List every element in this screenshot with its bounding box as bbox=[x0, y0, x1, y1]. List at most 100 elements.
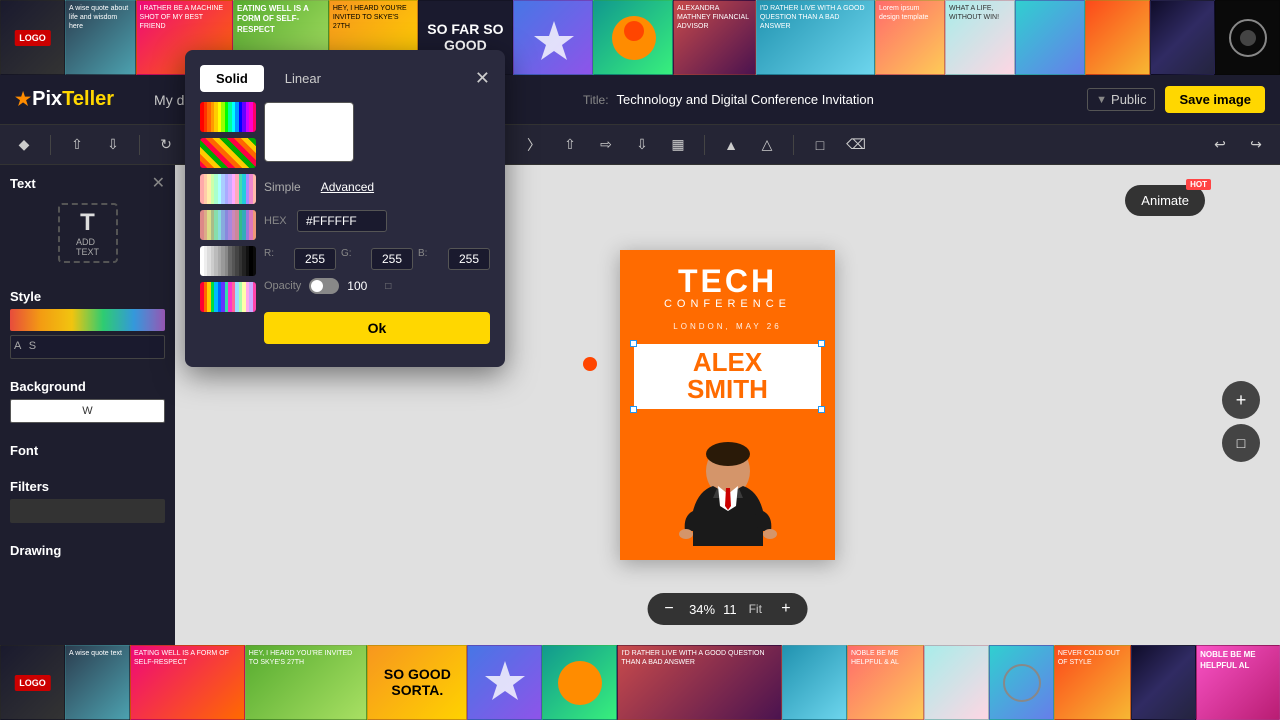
add-text-button[interactable]: T ADD TEXT bbox=[58, 203, 118, 263]
text-icon: T bbox=[80, 209, 95, 237]
hex-label: HEX bbox=[264, 215, 289, 227]
design-person-area bbox=[620, 416, 835, 546]
g-label: G: bbox=[341, 248, 366, 270]
toolbar-mountain[interactable]: ▲ bbox=[717, 131, 745, 159]
bottom-banner-item: A wise quote text bbox=[65, 645, 130, 720]
style-section-title: Style bbox=[10, 289, 165, 304]
design-canvas: TECH CONFERENCE LONDON, MAY 26 bbox=[620, 250, 835, 560]
opacity-toggle[interactable] bbox=[309, 278, 339, 294]
design-location: LONDON, MAY 26 bbox=[630, 316, 825, 334]
add-layer-btn[interactable]: + bbox=[1222, 381, 1260, 419]
cp-mode-advanced[interactable]: Advanced bbox=[321, 180, 374, 194]
toolbar-trash[interactable]: ⌫ bbox=[842, 131, 870, 159]
animate-button[interactable]: Animate HOT bbox=[1125, 185, 1205, 216]
person-svg bbox=[663, 416, 793, 546]
cp-tab-linear[interactable]: Linear bbox=[269, 65, 337, 92]
banner-item bbox=[1085, 0, 1150, 75]
bottom-banner-item: NEVER COLD OUT OF STYLE bbox=[1054, 645, 1131, 720]
muted-16[interactable] bbox=[253, 210, 257, 240]
swatch-row-muted[interactable] bbox=[200, 210, 256, 240]
toolbar-undo[interactable]: ↩ bbox=[1206, 131, 1234, 159]
design-name-box: ALEX SMITH bbox=[632, 342, 823, 411]
selection-handle[interactable] bbox=[583, 357, 597, 371]
toolbar-shape-btn[interactable]: ◆ bbox=[10, 131, 38, 159]
swatch-row-rainbow2[interactable] bbox=[200, 282, 256, 312]
swatch-15[interactable] bbox=[253, 102, 257, 132]
zoom-controls: − 34% 11 Fit + bbox=[647, 593, 808, 625]
toolbar-align-middle[interactable]: ⇨ bbox=[592, 131, 620, 159]
toolbar-flip[interactable]: △ bbox=[753, 131, 781, 159]
toolbar-move-up[interactable]: ⇧ bbox=[63, 131, 91, 159]
toolbar-move-down[interactable]: ⇩ bbox=[99, 131, 127, 159]
zoom-value: 34% bbox=[689, 602, 715, 617]
handle-br[interactable] bbox=[818, 406, 825, 413]
title-value: Technology and Digital Conference Invita… bbox=[617, 92, 874, 107]
cp-color-preview[interactable] bbox=[264, 102, 354, 162]
toolbar-divider5 bbox=[704, 135, 705, 155]
logo: ★ Pix Teller bbox=[15, 88, 114, 111]
toolbar-chart[interactable]: ▦ bbox=[664, 131, 692, 159]
banner-item: ALEXANDRA MATHNEY FINANCIAL ADVISOR bbox=[673, 0, 756, 75]
bottom-banner: LOGO A wise quote text EATING WELL IS A … bbox=[0, 645, 1280, 720]
bg-color-btn[interactable]: W bbox=[10, 399, 165, 423]
handle-tr[interactable] bbox=[818, 340, 825, 347]
swatch-row-rainbow[interactable] bbox=[200, 102, 256, 132]
toolbar-redo[interactable]: ↪ bbox=[1242, 131, 1270, 159]
toolbar-expand[interactable]: □ bbox=[806, 131, 834, 159]
style-color-row[interactable] bbox=[10, 309, 165, 331]
zoom-fit-btn[interactable]: Fit bbox=[745, 602, 766, 616]
ok-button[interactable]: Ok bbox=[264, 312, 490, 344]
banner-item bbox=[513, 0, 593, 75]
r-input[interactable] bbox=[294, 248, 336, 270]
cp-mode-simple[interactable]: Simple bbox=[264, 180, 301, 194]
handle-bl[interactable] bbox=[630, 406, 637, 413]
filter-item[interactable] bbox=[10, 499, 165, 523]
toolbar-align-right[interactable]: 〉 bbox=[520, 131, 548, 159]
visibility-dropdown[interactable]: ▼ Public bbox=[1087, 88, 1155, 111]
swatch-row-grays[interactable] bbox=[200, 246, 256, 276]
text-section: Text ✕ T ADD TEXT bbox=[0, 165, 175, 281]
close-panel-btn[interactable]: ✕ bbox=[152, 173, 165, 193]
bottom-banner-item bbox=[782, 645, 847, 720]
toolbar-divider bbox=[50, 135, 51, 155]
opacity-label: Opacity bbox=[264, 280, 301, 292]
font-section-title: Font bbox=[10, 443, 165, 458]
toolbar-rotate[interactable]: ↻ bbox=[152, 131, 180, 159]
rb2-16[interactable] bbox=[253, 282, 257, 312]
zoom-out-btn[interactable]: − bbox=[657, 597, 681, 621]
filters-section-title: Filters bbox=[10, 479, 165, 494]
banner-item: Lorem ipsum design template bbox=[875, 0, 945, 75]
save-button[interactable]: Save image bbox=[1165, 86, 1265, 113]
cp-swatches bbox=[200, 102, 256, 344]
banner-item bbox=[593, 0, 673, 75]
g-input[interactable] bbox=[371, 248, 413, 270]
design-name-area: ALEX SMITH bbox=[620, 342, 835, 416]
font-section: Font bbox=[0, 435, 175, 471]
drawing-section: Drawing bbox=[0, 535, 175, 571]
resize-btn[interactable]: □ bbox=[1222, 424, 1260, 462]
bottom-banner-item: I'D RATHER LIVE WITH A GOOD QUESTION THA… bbox=[617, 645, 782, 720]
b-input[interactable] bbox=[448, 248, 490, 270]
cp-close-btn[interactable]: ✕ bbox=[475, 68, 490, 89]
swatch-row-pastels[interactable] bbox=[200, 174, 256, 204]
bottom-banner-item: EATING WELL IS A FORM OF SELF-RESPECT bbox=[130, 645, 245, 720]
animate-btn-container: Animate HOT bbox=[1125, 185, 1205, 216]
cp-rgb-row: R: G: B: bbox=[264, 248, 490, 270]
zoom-in-btn[interactable]: + bbox=[774, 597, 798, 621]
opacity-knob bbox=[311, 280, 323, 292]
pastel-16[interactable] bbox=[253, 174, 257, 204]
r-label: R: bbox=[264, 248, 289, 270]
canvas-action-btns: + □ bbox=[1222, 381, 1260, 462]
drawing-section-title: Drawing bbox=[10, 543, 165, 558]
banner-item: WHAT A LIFE, WITHOUT WIN! bbox=[945, 0, 1015, 75]
cp-tab-solid[interactable]: Solid bbox=[200, 65, 264, 92]
toolbar-align-bottom[interactable]: ⇩ bbox=[628, 131, 656, 159]
handle-tl[interactable] bbox=[630, 340, 637, 347]
gray-16[interactable] bbox=[253, 246, 257, 276]
hex-input[interactable] bbox=[297, 210, 387, 232]
color-picker-popup: Solid Linear ✕ bbox=[185, 50, 505, 367]
swatch-row-pattern[interactable] bbox=[200, 138, 256, 168]
toolbar-align-top[interactable]: ⇧ bbox=[556, 131, 584, 159]
bottom-banner-item: SO GOOD SORTA. bbox=[367, 645, 467, 720]
left-panel: Text ✕ T ADD TEXT Style bbox=[0, 165, 175, 645]
